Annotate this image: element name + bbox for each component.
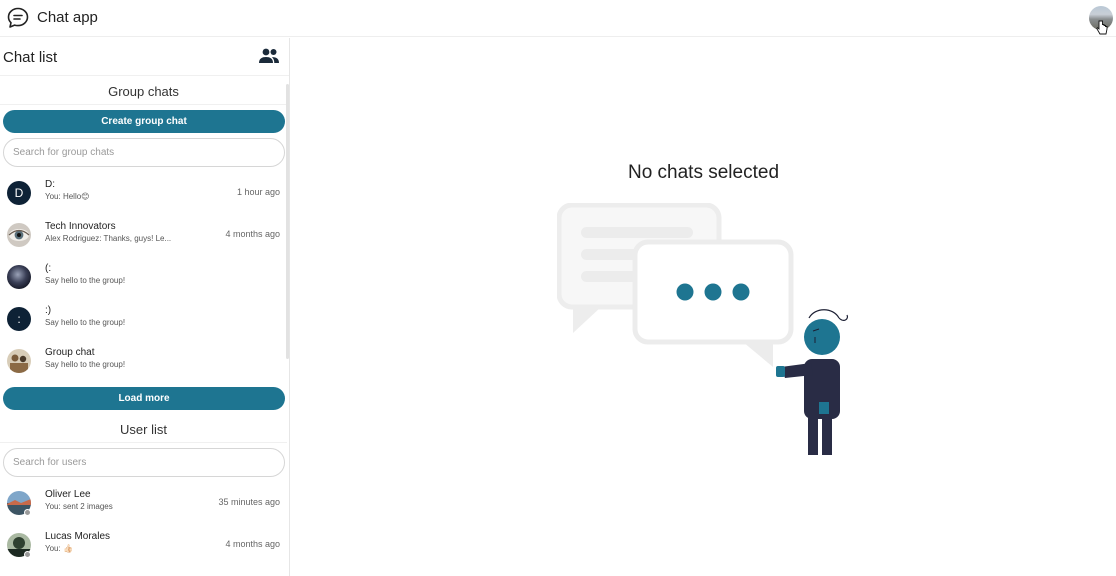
group-avatar: : xyxy=(7,307,31,331)
user-last-message: You: sent 2 images xyxy=(45,502,113,511)
group-chats-heading: Group chats xyxy=(108,84,179,99)
user-item[interactable]: Lucas Morales You: 👍🏻 4 months ago xyxy=(0,524,286,566)
group-photo-image xyxy=(7,349,31,373)
group-chat-item[interactable]: Tech Innovators Alex Rodriguez: Thanks, … xyxy=(0,214,286,256)
group-avatar xyxy=(7,349,31,373)
empty-state-title: No chats selected xyxy=(627,162,780,183)
divider xyxy=(0,442,287,443)
group-chat-time: 4 months ago xyxy=(225,229,280,239)
group-chat-last-message: Alex Rodriguez: Thanks, guys! Le... xyxy=(45,234,172,243)
group-chat-search-input[interactable] xyxy=(3,138,285,167)
group-chat-item[interactable]: : :) Say hello to the group! xyxy=(0,298,286,340)
group-chat-name: Group chat xyxy=(45,347,95,358)
group-chat-item[interactable]: (: Say hello to the group! xyxy=(0,256,286,298)
user-message-time: 35 minutes ago xyxy=(218,497,280,507)
group-chat-last-message: You: Hello😊 xyxy=(45,192,90,201)
app-title: Chat app xyxy=(37,9,98,26)
create-group-chat-button[interactable]: Create group chat xyxy=(3,110,285,133)
status-dot xyxy=(24,509,31,516)
group-list-scrollbar[interactable] xyxy=(286,84,289,359)
group-chat-last-message: Say hello to the group! xyxy=(45,318,126,327)
empty-chat-illustration xyxy=(557,203,849,455)
sidebar-header: Chat list xyxy=(0,38,289,76)
user-name: Oliver Lee xyxy=(45,489,91,500)
group-avatar xyxy=(7,223,31,247)
group-chat-time: 1 hour ago xyxy=(236,187,280,197)
user-search-input[interactable] xyxy=(3,448,285,477)
people-icon[interactable] xyxy=(258,47,280,65)
group-chat-last-message: Say hello to the group! xyxy=(45,276,126,285)
sidebar-title: Chat list xyxy=(3,49,58,66)
status-dot xyxy=(24,551,31,558)
load-more-button[interactable]: Load more xyxy=(3,387,285,410)
group-avatar xyxy=(7,265,31,289)
group-avatar: D xyxy=(7,181,31,205)
user-message-time: 4 months ago xyxy=(225,539,280,549)
space-image xyxy=(7,265,31,289)
eye-image xyxy=(7,223,31,247)
user-item[interactable]: Oliver Lee You: sent 2 images 35 minutes… xyxy=(0,482,286,524)
chat-bubble-icon[interactable] xyxy=(6,6,30,30)
top-bar: Chat app xyxy=(0,0,1116,37)
user-list-heading: User list xyxy=(120,422,167,437)
hand-cursor-icon xyxy=(1096,20,1108,35)
front-speech-bubble xyxy=(632,239,794,367)
group-chat-name: D: xyxy=(45,179,55,190)
user-name: Lucas Morales xyxy=(45,531,111,542)
divider xyxy=(0,104,287,105)
group-chat-name: (: xyxy=(45,263,52,274)
chat-sidebar: Chat list Group chats Create group chat … xyxy=(0,38,290,576)
group-chat-item[interactable]: Group chat Say hello to the group! xyxy=(0,340,286,382)
chat-main-panel: No chats selected xyxy=(291,38,1116,576)
group-chat-name: Tech Innovators xyxy=(45,221,116,232)
group-chat-last-message: Say hello to the group! xyxy=(45,360,126,369)
group-chat-name: :) xyxy=(45,305,52,316)
group-chat-item[interactable]: D D: You: Hello😊 1 hour ago xyxy=(0,172,286,214)
user-last-message: You: 👍🏻 xyxy=(45,544,73,553)
